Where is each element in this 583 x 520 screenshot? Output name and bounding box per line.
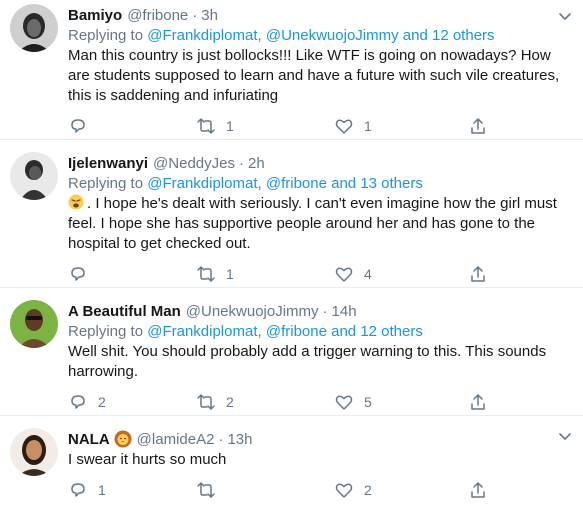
mention-link[interactable]: @fribone [266, 175, 327, 192]
share-button[interactable] [468, 116, 488, 136]
reply-button[interactable] [68, 116, 98, 136]
user-handle[interactable]: @lamideA2 [137, 431, 215, 448]
reply-icon [71, 119, 85, 133]
display-name[interactable]: Bamiyo [68, 7, 122, 24]
display-name[interactable]: A Beautiful Man [68, 303, 181, 320]
user-handle[interactable]: @NeddyJes [153, 155, 235, 172]
tweet[interactable]: Ijelenwanyi @NeddyJes · 2h Replying to @… [0, 140, 583, 288]
tweet-text: I swear it hurts so much [68, 451, 227, 468]
replying-to-label: Replying to [68, 27, 144, 44]
reply-icon [71, 395, 85, 409]
others-link[interactable]: 12 others [360, 323, 423, 340]
tweet-text-block: . I hope he's dealt with seriously. I ca… [68, 194, 571, 254]
share-icon [471, 394, 485, 410]
tweet-actions: 1 2 [68, 470, 571, 512]
heart-icon [335, 395, 353, 410]
share-button[interactable] [468, 480, 488, 500]
others-link[interactable]: 13 others [360, 175, 423, 192]
like-count: 1 [364, 118, 372, 134]
retweet-button[interactable] [196, 480, 226, 500]
share-icon [471, 482, 485, 498]
share-icon [471, 266, 485, 282]
display-name[interactable]: Ijelenwanyi [68, 155, 148, 172]
avatar[interactable] [10, 300, 58, 348]
share-icon [471, 118, 485, 134]
share-button[interactable] [468, 392, 488, 412]
replying-to-label: Replying to [68, 175, 144, 192]
heart-icon [335, 119, 353, 134]
others-link[interactable]: 12 others [432, 27, 495, 44]
replying-to: Replying to @Frankdiplomat, @fribone and… [68, 323, 423, 340]
mention-link[interactable]: @fribone [266, 323, 327, 340]
reply-count: 2 [98, 394, 106, 410]
retweet-button[interactable]: 1 [196, 264, 234, 284]
separator-dot: · [322, 302, 328, 320]
retweet-icon [197, 394, 215, 410]
tweet[interactable]: A Beautiful Man @UnekwuojoJimmy · 14h Re… [0, 288, 583, 416]
replying-and: and [331, 175, 357, 192]
tweet-text: . I hope he's dealt with seriously. I ca… [68, 195, 557, 252]
retweet-button[interactable]: 1 [196, 116, 234, 136]
user-handle[interactable]: @fribone [127, 7, 188, 24]
timestamp[interactable]: 13h [227, 431, 252, 448]
tweet[interactable]: Bamiyo @fribone · 3h Replying to @Frankd… [0, 0, 583, 140]
avatar[interactable] [10, 428, 58, 476]
replying-and: and [331, 323, 357, 340]
heart-icon [335, 267, 353, 282]
timestamp[interactable]: 3h [201, 7, 218, 24]
like-button[interactable]: 4 [334, 264, 372, 284]
avatar[interactable] [10, 4, 58, 52]
reply-count: 1 [98, 482, 106, 498]
retweet-icon [197, 118, 215, 134]
reply-button[interactable]: 2 [68, 392, 106, 412]
like-button[interactable]: 1 [334, 116, 372, 136]
like-count: 2 [364, 482, 372, 498]
retweet-icon [197, 482, 215, 498]
timestamp[interactable]: 14h [332, 303, 357, 320]
separator-dot: · [238, 154, 244, 172]
retweet-icon [197, 266, 215, 282]
chevron-down-icon[interactable] [557, 428, 573, 444]
like-button[interactable]: 5 [334, 392, 372, 412]
mention-link[interactable]: @Frankdiplomat [147, 175, 257, 192]
reply-icon [71, 267, 85, 281]
retweet-count: 2 [226, 394, 234, 410]
user-handle[interactable]: @UnekwuojoJimmy [186, 303, 319, 320]
replying-to: Replying to @Frankdiplomat, @fribone and… [68, 175, 423, 192]
share-button[interactable] [468, 264, 488, 284]
mention-link[interactable]: @Frankdiplomat [147, 27, 257, 44]
separator-dot: · [218, 430, 224, 448]
tweet[interactable]: NALA @lamideA2 · 13h I swear it hurts so… [0, 416, 583, 520]
reply-button[interactable]: 1 [68, 480, 106, 500]
timestamp[interactable]: 2h [248, 155, 265, 172]
lion-emoji [114, 430, 132, 448]
tweet-text: Man this country is just bollocks!!! Lik… [68, 47, 560, 104]
mention-link[interactable]: @UnekwuojoJimmy [266, 27, 399, 44]
replying-to-label: Replying to [68, 323, 144, 340]
chevron-down-icon[interactable] [557, 8, 573, 24]
avatar[interactable] [10, 152, 58, 200]
reply-icon [71, 483, 85, 497]
weary-face-emoji [68, 194, 84, 210]
retweet-button[interactable]: 2 [196, 392, 234, 412]
replying-to: Replying to @Frankdiplomat, @UnekwuojoJi… [68, 27, 495, 44]
retweet-count: 1 [226, 266, 234, 282]
reply-button[interactable] [68, 264, 98, 284]
display-name[interactable]: NALA [68, 431, 110, 448]
like-count: 4 [364, 266, 372, 282]
mention-link[interactable]: @Frankdiplomat [147, 323, 257, 340]
like-button[interactable]: 2 [334, 480, 372, 500]
heart-icon [335, 483, 353, 498]
replying-and: and [402, 27, 428, 44]
separator-dot: · [192, 6, 198, 24]
tweet-text: Well shit. You should probably add a tri… [68, 343, 547, 380]
like-count: 5 [364, 394, 372, 410]
retweet-count: 1 [226, 118, 234, 134]
